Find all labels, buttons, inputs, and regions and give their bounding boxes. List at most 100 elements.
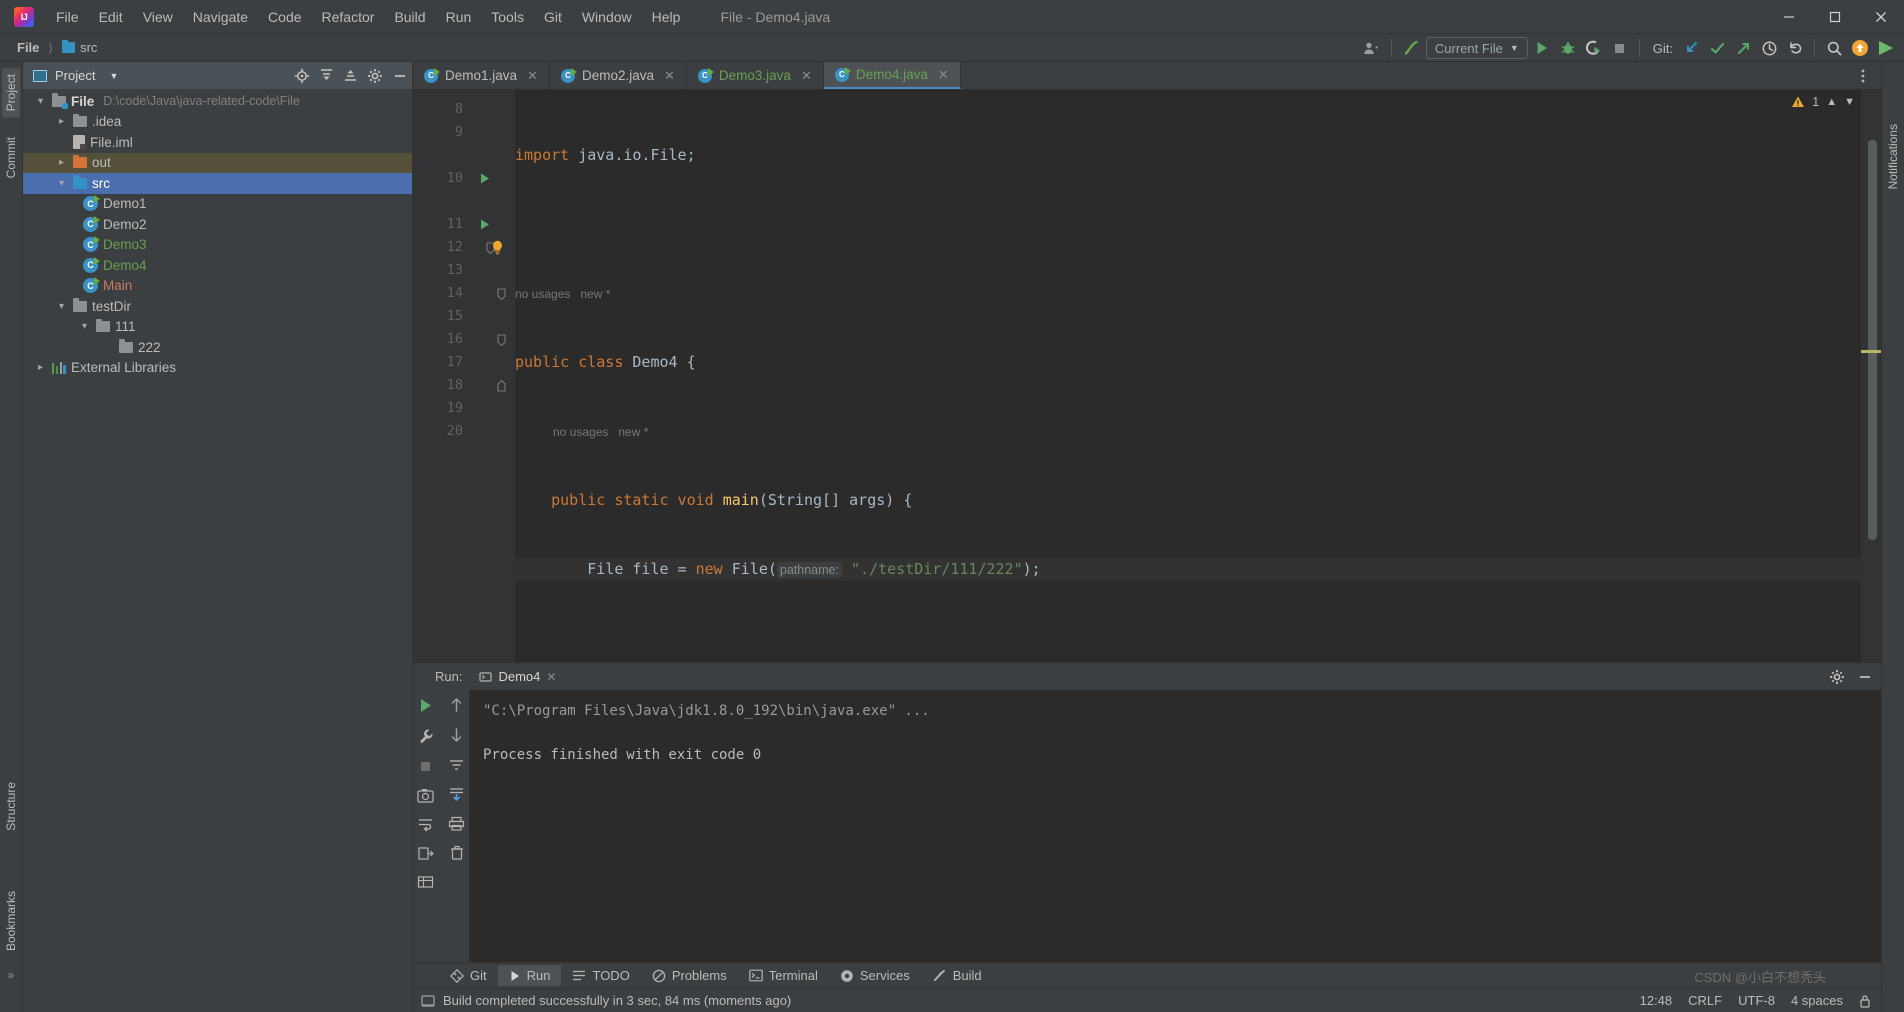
chevron-down-icon[interactable]: ▼ <box>1844 96 1855 108</box>
git-history-icon[interactable] <box>1757 36 1781 60</box>
close-icon[interactable]: ✕ <box>801 68 812 84</box>
chevron-down-icon[interactable]: ▾ <box>55 178 68 189</box>
gutter-fold-comment-icon[interactable] <box>473 282 515 305</box>
warning-marker[interactable] <box>1861 350 1881 353</box>
tab-demo3-java[interactable]: C Demo3.java ✕ <box>687 62 824 89</box>
menu-navigate[interactable]: Navigate <box>183 0 258 33</box>
status-encoding[interactable]: UTF-8 <box>1738 993 1775 1008</box>
build-hammer-icon[interactable] <box>1399 36 1424 60</box>
git-update-icon[interactable] <box>1679 36 1703 60</box>
tree-row-demo3[interactable]: C Demo3 <box>23 235 412 256</box>
run-anything-icon[interactable] <box>1874 36 1898 60</box>
chevron-right-icon[interactable]: ▸ <box>55 116 68 127</box>
gutter-run-main-icon[interactable] <box>473 213 515 255</box>
inspection-widget[interactable]: 1 ▲ ▼ <box>1791 95 1855 109</box>
menu-view[interactable]: View <box>133 0 183 33</box>
tree-row-demo4[interactable]: C Demo4 <box>23 255 412 276</box>
status-indent[interactable]: 4 spaces <box>1791 993 1843 1008</box>
tree-row-file-iml[interactable]: File.iml <box>23 132 412 153</box>
tool-window-problems[interactable]: Problems <box>641 965 738 986</box>
close-icon[interactable]: ✕ <box>546 670 556 684</box>
tree-row-src[interactable]: ▾ src <box>23 173 412 194</box>
user-settings-icon[interactable] <box>1360 36 1384 60</box>
inlay-hint-class[interactable]: no usages new * <box>515 282 1861 305</box>
expand-all-icon[interactable] <box>319 68 334 83</box>
status-time[interactable]: 12:48 <box>1640 993 1673 1008</box>
tool-window-git[interactable]: Git <box>439 965 498 986</box>
run-tab-demo4[interactable]: Demo4 ✕ <box>472 666 563 687</box>
sidebar-item-commit[interactable]: Commit <box>2 131 20 184</box>
collapse-all-icon[interactable] <box>343 68 358 83</box>
sidebar-item-structure[interactable]: Structure <box>2 776 20 837</box>
code-editor[interactable]: 1 ▲ ▼ 8 9 10 11 12 13 14 15 16 17 18 19 … <box>413 90 1881 662</box>
settings-icon[interactable] <box>1829 669 1845 685</box>
hide-tool-window-icon[interactable] <box>1857 669 1873 685</box>
scroll-to-end-icon[interactable] <box>448 786 465 802</box>
project-tree[interactable]: ▾ File D:\code\Java\java-related-code\Fi… <box>23 89 412 1012</box>
tree-row-demo2[interactable]: C Demo2 <box>23 214 412 235</box>
editor-tabs-options-icon[interactable] <box>1855 68 1871 84</box>
menu-window[interactable]: Window <box>572 0 642 33</box>
git-commit-icon[interactable] <box>1705 36 1729 60</box>
editor-scrollbar[interactable] <box>1868 140 1877 540</box>
breadcrumb-item-file[interactable]: File <box>12 38 44 57</box>
tab-demo2-java[interactable]: C Demo2.java ✕ <box>550 62 687 89</box>
editor-marker-bar[interactable] <box>1861 90 1881 662</box>
menu-help[interactable]: Help <box>642 0 691 33</box>
tab-demo4-java[interactable]: C Demo4.java ✕ <box>823 62 961 89</box>
chevron-down-icon[interactable]: ▼ <box>109 71 118 81</box>
menu-build[interactable]: Build <box>384 0 435 33</box>
up-stack-icon[interactable] <box>449 697 464 713</box>
down-stack-icon[interactable] <box>449 727 464 743</box>
tree-row-testdir[interactable]: ▾ testDir <box>23 296 412 317</box>
filter-icon[interactable] <box>448 757 465 772</box>
gutter-fold-end-icon[interactable] <box>473 374 515 397</box>
export-icon[interactable] <box>417 846 434 861</box>
menu-tools[interactable]: Tools <box>481 0 534 33</box>
run-configuration-selector[interactable]: Current File ▼ <box>1425 37 1528 59</box>
git-rollback-icon[interactable] <box>1783 36 1807 60</box>
rerun-icon[interactable] <box>417 697 434 714</box>
search-everywhere-icon[interactable] <box>1822 36 1846 60</box>
chevron-down-icon[interactable]: ▾ <box>34 96 47 107</box>
tool-window-build[interactable]: Build <box>921 965 993 986</box>
chevron-right-icon[interactable]: ▸ <box>34 362 47 373</box>
stop-square-icon[interactable] <box>418 759 433 774</box>
ide-update-icon[interactable] <box>1848 36 1872 60</box>
tree-row-222[interactable]: 222 <box>23 337 412 358</box>
stop-icon[interactable] <box>1608 36 1632 60</box>
chevron-down-icon[interactable]: ▾ <box>55 301 68 312</box>
tool-window-services[interactable]: Services <box>829 965 921 986</box>
locate-icon[interactable] <box>294 68 310 84</box>
tree-row-out[interactable]: ▸ out <box>23 152 412 173</box>
console-output[interactable]: "C:\Program Files\Java\jdk1.8.0_192\bin\… <box>469 690 1881 962</box>
hide-tool-window-icon[interactable] <box>392 68 408 84</box>
camera-icon[interactable] <box>417 788 434 803</box>
gutter-fold-icon[interactable] <box>473 328 515 351</box>
sidebar-item-notifications[interactable]: Notifications <box>1884 118 1902 195</box>
gutter-run-class-icon[interactable] <box>473 167 515 190</box>
sidebar-item-bookmarks[interactable]: Bookmarks <box>2 885 20 957</box>
close-icon[interactable]: ✕ <box>664 68 675 84</box>
status-line-separator[interactable]: CRLF <box>1688 993 1722 1008</box>
tree-row-idea[interactable]: ▸ .idea <box>23 112 412 133</box>
tree-row-main[interactable]: C Main <box>23 276 412 297</box>
print-icon[interactable] <box>448 816 465 831</box>
table-icon[interactable] <box>417 875 434 889</box>
tree-row-111[interactable]: ▾ 111 <box>23 317 412 338</box>
trash-icon[interactable] <box>449 845 465 861</box>
menu-code[interactable]: Code <box>258 0 311 33</box>
tab-demo1-java[interactable]: C Demo1.java ✕ <box>413 62 550 89</box>
menu-run[interactable]: Run <box>436 0 482 33</box>
close-button[interactable] <box>1858 0 1904 34</box>
tool-window-terminal[interactable]: Terminal <box>738 965 829 986</box>
minimize-button[interactable] <box>1766 0 1812 34</box>
more-tools-icon[interactable]: » <box>8 968 15 982</box>
git-push-icon[interactable] <box>1731 36 1755 60</box>
inlay-hint-main[interactable]: no usages new * <box>515 420 1861 443</box>
editor-gutter-marks[interactable] <box>473 90 515 662</box>
maximize-button[interactable] <box>1812 0 1858 34</box>
close-icon[interactable]: ✕ <box>527 68 538 84</box>
menu-edit[interactable]: Edit <box>89 0 133 33</box>
menu-refactor[interactable]: Refactor <box>312 0 385 33</box>
